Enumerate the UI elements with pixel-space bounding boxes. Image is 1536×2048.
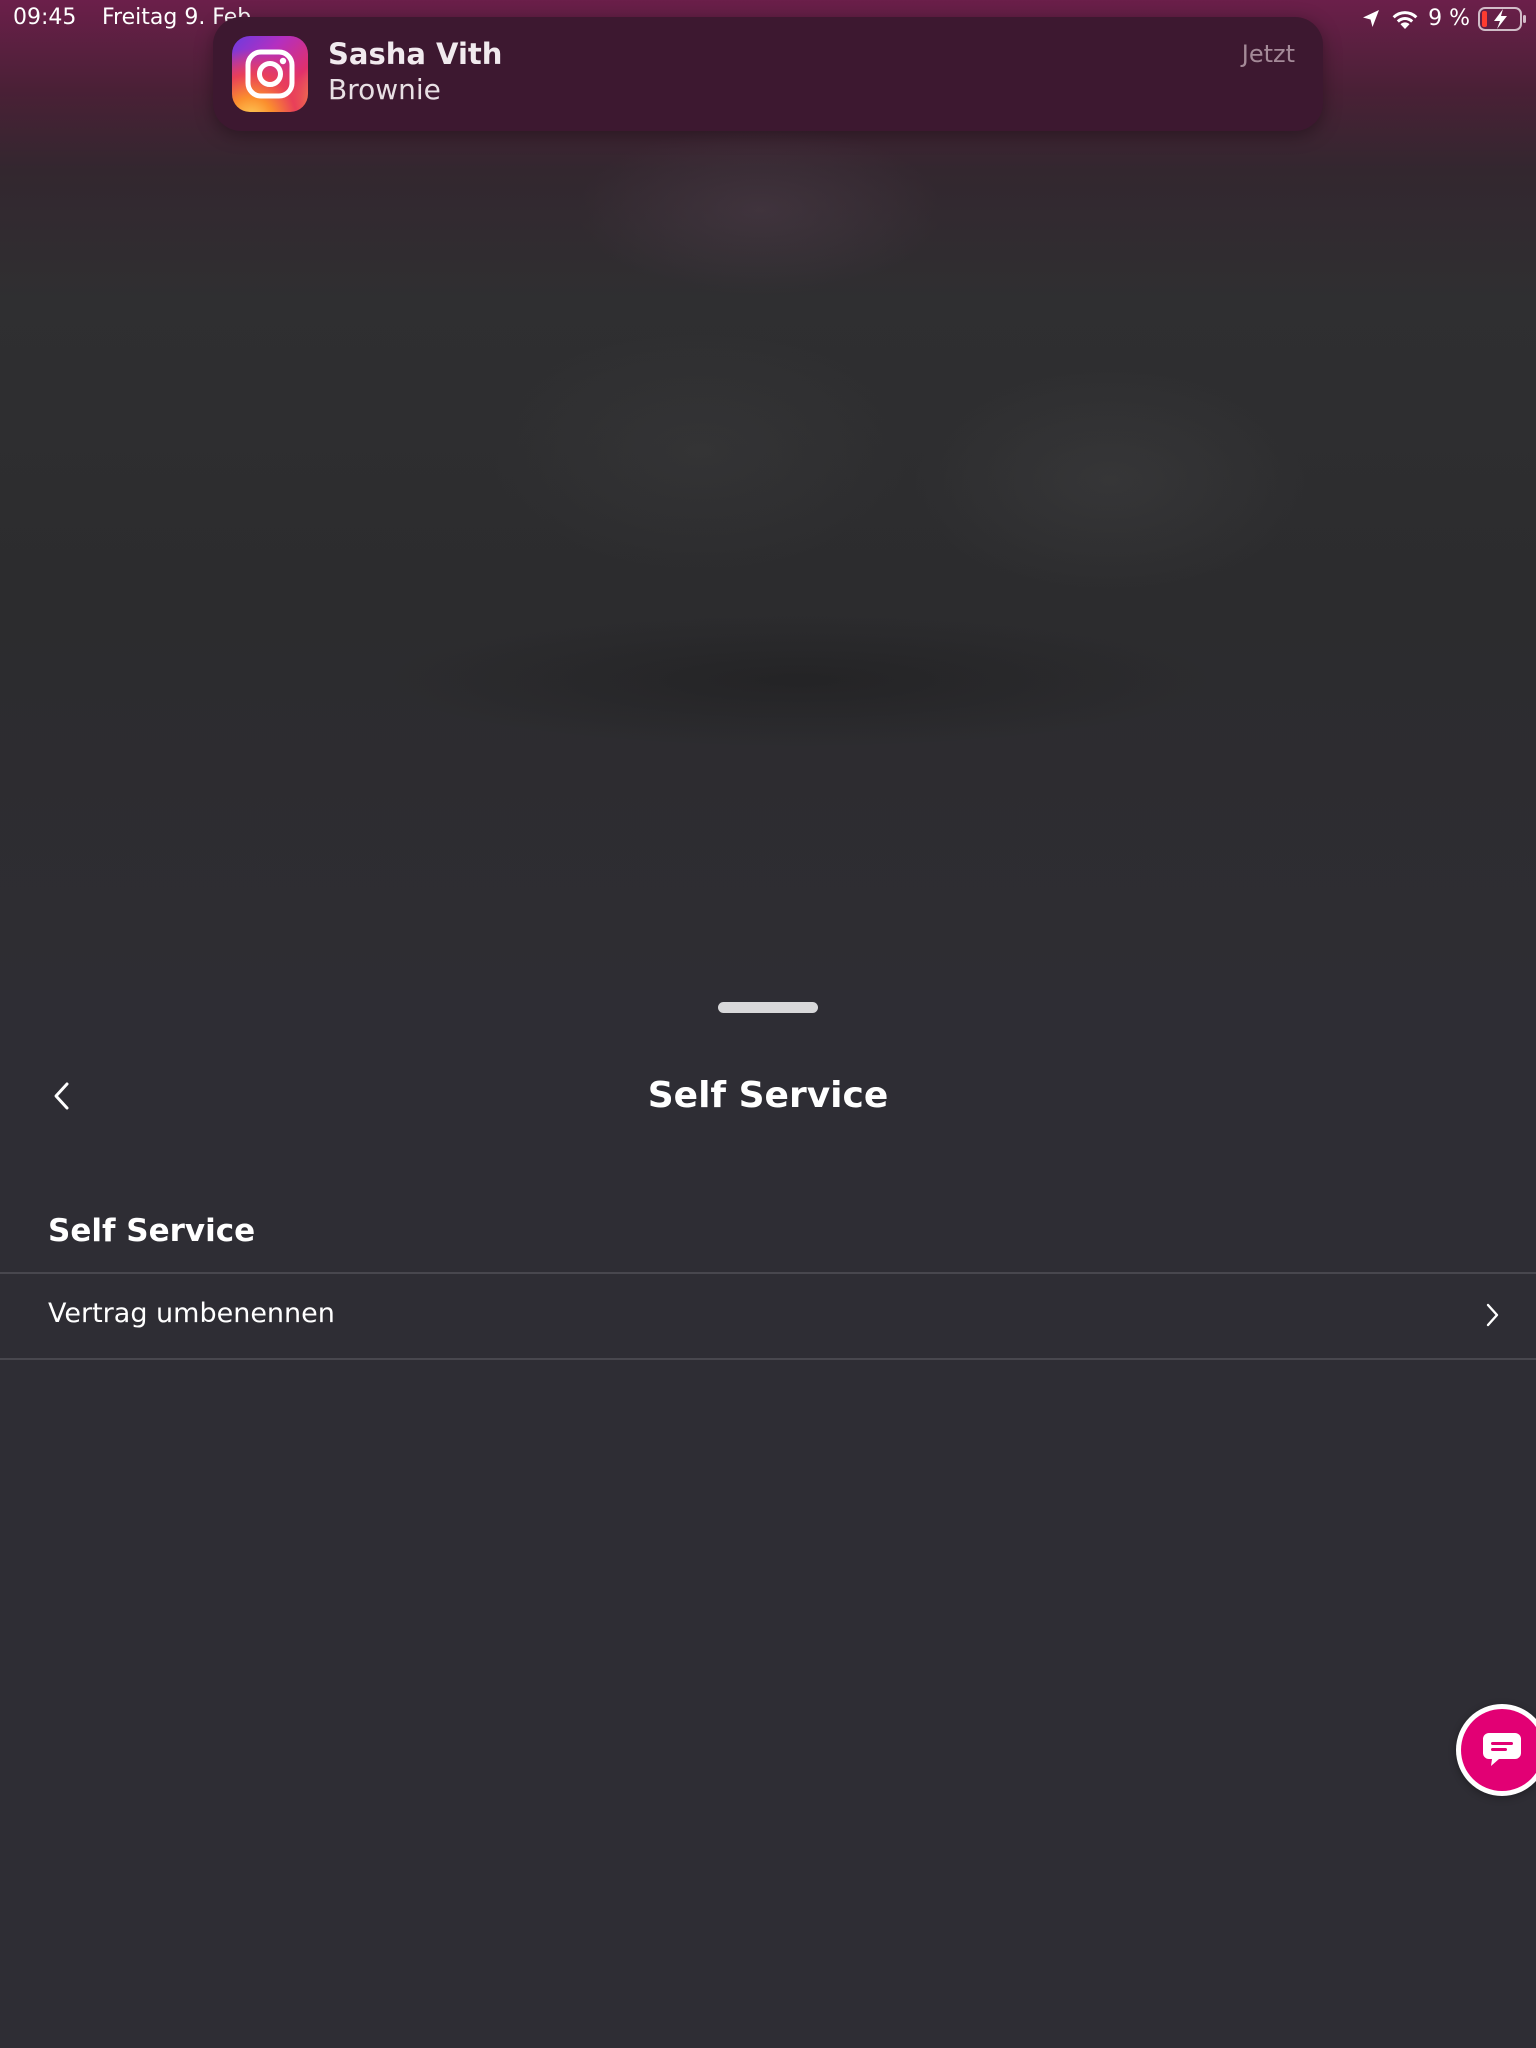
battery-percent: 9 %	[1428, 6, 1470, 31]
page-title: Self Service	[647, 1075, 889, 1116]
chat-button[interactable]	[1456, 1704, 1536, 1796]
chevron-right-icon	[1484, 1302, 1500, 1332]
notification-time: Jetzt	[1241, 40, 1295, 68]
notification-title: Sasha Vith	[328, 37, 503, 71]
instagram-icon	[232, 36, 308, 112]
list-item-label: Vertrag umbenennen	[48, 1298, 335, 1329]
sheet-grabber-handle[interactable]	[718, 1002, 818, 1013]
app-screen: 09:45 Freitag 9. Feb 9 % Sasha Vith Brow…	[0, 0, 1536, 2048]
dimmed-backdrop[interactable]	[0, 0, 1536, 990]
chat-bubble-icon	[1461, 1709, 1536, 1791]
section-header: Self Service	[48, 1213, 256, 1249]
notification-body: Brownie	[328, 73, 441, 106]
notification-banner[interactable]: Sasha Vith Brownie Jetzt	[213, 17, 1323, 131]
list-divider-bottom	[0, 1358, 1536, 1360]
wifi-icon	[1390, 8, 1420, 30]
location-arrow-icon	[1360, 8, 1382, 30]
list-item-vertrag-umbenennen[interactable]: Vertrag umbenennen	[0, 1274, 1536, 1358]
status-indicators: 9 %	[1360, 6, 1528, 31]
battery-charging-icon	[1478, 6, 1528, 31]
status-time: 09:45	[13, 5, 77, 30]
